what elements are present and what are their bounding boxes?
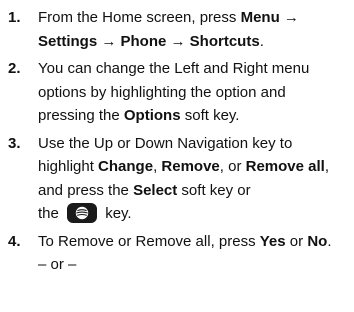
step-number: 1. bbox=[8, 9, 21, 26]
text-run: soft key. bbox=[180, 107, 240, 124]
step-text-line: pressing the Options soft key. bbox=[38, 104, 346, 128]
text-run: To Remove or Remove all, press bbox=[38, 232, 260, 250]
text-run: or bbox=[285, 232, 308, 250]
step-text-line: From the Home screen, press Menu → bbox=[38, 6, 346, 30]
text-run: Use the Up or Down Navigation key to bbox=[38, 134, 293, 152]
step-text: Use the Up or Down Navigation key to high… bbox=[38, 132, 346, 226]
instruction-page: 1. From the Home screen, press Menu → Set… bbox=[0, 0, 354, 312]
step-text-line: Settings → Phone → Shortcuts. bbox=[38, 30, 346, 54]
text-run: key. bbox=[101, 205, 132, 222]
step-number: 4. bbox=[8, 232, 21, 250]
text-run: options by highlighting the option and bbox=[38, 83, 286, 101]
text-run: . bbox=[327, 232, 332, 250]
text-run: , bbox=[324, 158, 329, 175]
bold-term: Yes bbox=[259, 232, 286, 250]
step-text-line: – or – bbox=[38, 253, 346, 277]
bold-term: Change bbox=[98, 158, 154, 175]
step-number: 2. bbox=[8, 60, 21, 77]
step-text-line: Use the Up or Down Navigation key to bbox=[38, 132, 346, 156]
text-run: – or – bbox=[38, 256, 77, 273]
text-run: From the Home screen, press bbox=[38, 9, 241, 26]
step-text-line: You can change the Left and Right menu bbox=[38, 57, 346, 81]
bold-term: Remove bbox=[161, 158, 220, 175]
bold-term: Remove all bbox=[245, 158, 325, 175]
bold-term: Settings → Phone → Shortcuts bbox=[38, 32, 260, 50]
step-text-line: highlight Change, Remove, or Remove all, bbox=[38, 155, 346, 179]
bold-term: Options bbox=[123, 107, 181, 124]
instruction-steps-list: 1. From the Home screen, press Menu → Set… bbox=[8, 6, 346, 277]
instruction-step: 4. To Remove or Remove all, press Yes or … bbox=[8, 230, 346, 277]
bold-term: Menu → bbox=[240, 9, 299, 26]
instruction-step: 1. From the Home screen, press Menu → Set… bbox=[8, 6, 346, 53]
step-text-line: options by highlighting the option and bbox=[38, 81, 346, 105]
text-run: You can change the Left and Right menu bbox=[38, 60, 310, 77]
select-key-icon bbox=[67, 202, 98, 223]
text-run: , or bbox=[219, 158, 246, 175]
text-run: highlight bbox=[38, 158, 99, 175]
step-text: To Remove or Remove all, press Yes or No… bbox=[38, 230, 346, 277]
text-run: soft key or bbox=[177, 181, 251, 199]
instruction-step: 3. Use the Up or Down Navigation key to hi… bbox=[8, 132, 346, 226]
text-run: . bbox=[259, 32, 264, 50]
bold-term: No bbox=[307, 232, 328, 250]
step-text-line: and press the Select soft key or bbox=[38, 179, 346, 203]
step-text: From the Home screen, press Menu → Setti… bbox=[38, 6, 346, 53]
text-run: and press the bbox=[38, 181, 134, 199]
step-text-line: To Remove or Remove all, press Yes or No… bbox=[38, 230, 346, 254]
instruction-step: 2. You can change the Left and Right menu… bbox=[8, 57, 346, 128]
text-run: pressing the bbox=[38, 107, 124, 124]
bold-term: Select bbox=[133, 181, 178, 199]
step-number: 3. bbox=[8, 134, 21, 152]
step-text: You can change the Left and Right menu op… bbox=[38, 57, 346, 128]
text-run: the bbox=[38, 205, 64, 222]
step-text-line: the key. bbox=[38, 202, 346, 226]
